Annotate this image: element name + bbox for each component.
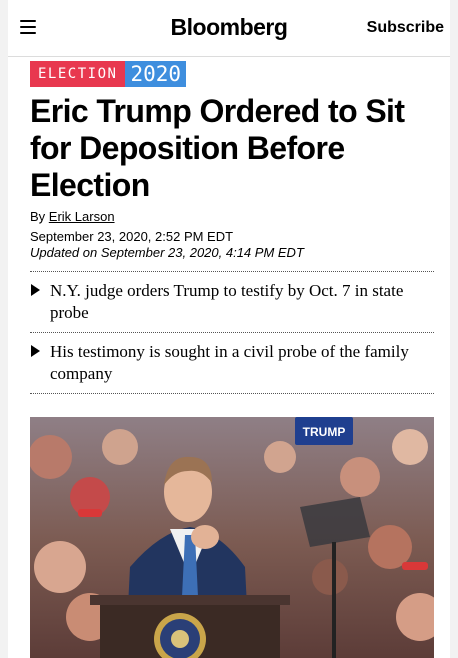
byline: By Erik Larson	[30, 209, 115, 224]
summary-bullet: N.Y. judge orders Trump to testify by Oc…	[30, 271, 434, 332]
updated-date: Updated on September 23, 2020, 4:14 PM E…	[30, 245, 304, 260]
bullet-arrow-icon	[31, 345, 40, 357]
author-link[interactable]: Erik Larson	[49, 209, 115, 224]
rally-photo-illustration: TRUMP	[30, 417, 434, 658]
top-navigation-bar: Bloomberg Subscribe	[8, 0, 450, 57]
byline-prefix: By	[30, 209, 46, 224]
article-headline: Eric Trump Ordered to Sit for Deposition…	[30, 93, 405, 203]
bullet-arrow-icon	[31, 284, 40, 296]
subscribe-link[interactable]: Subscribe	[367, 19, 444, 37]
article-lead-photo[interactable]: TRUMP	[30, 417, 434, 658]
article-summary-bullets: N.Y. judge orders Trump to testify by Oc…	[30, 271, 434, 394]
election-label: ELECTION	[30, 61, 126, 87]
article-page: Bloomberg Subscribe ELECTION 2020 Eric T…	[8, 0, 450, 658]
summary-bullet-text: N.Y. judge orders Trump to testify by Oc…	[50, 281, 404, 322]
published-date: September 23, 2020, 2:52 PM EDT	[30, 229, 234, 244]
election-year: 2020	[125, 61, 187, 87]
summary-bullet: His testimony is sought in a civil probe…	[30, 332, 434, 394]
election-2020-badge[interactable]: ELECTION 2020	[30, 61, 187, 87]
summary-bullet-text: His testimony is sought in a civil probe…	[50, 342, 409, 383]
rally-sign-text: TRUMP	[303, 425, 346, 439]
